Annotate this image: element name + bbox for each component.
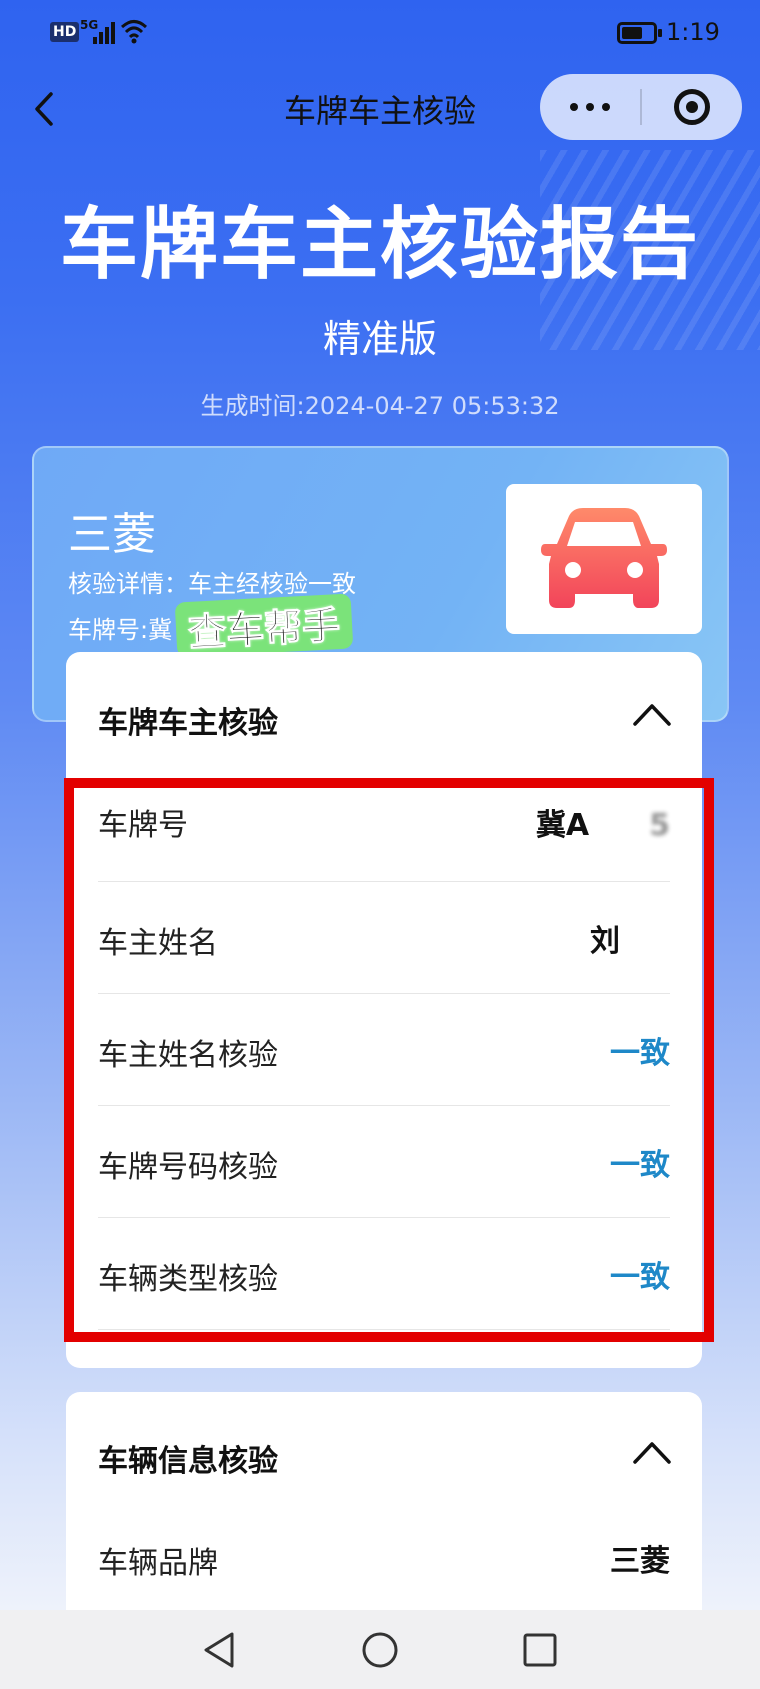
hd-indicator: HD xyxy=(50,22,80,42)
battery-icon xyxy=(617,22,662,44)
wifi-icon xyxy=(120,20,148,44)
chevron-up-icon xyxy=(633,704,671,726)
chevron-left-icon xyxy=(35,92,53,126)
owner-verification-rows: 车牌号 冀A 5 车主姓名 刘 车主姓名核验 一致 车牌号码核验 一致 车辆类型核… xyxy=(98,780,670,1330)
system-home-button[interactable] xyxy=(358,1628,402,1672)
vehicle-info-section: 车辆信息核验 车辆品牌 三菱 xyxy=(66,1392,702,1632)
report-generated-time: 生成时间:2024-04-27 05:53:32 xyxy=(200,392,560,420)
report-title: 车牌车主核验报告 xyxy=(59,200,700,290)
triangle-back-icon xyxy=(204,1632,234,1668)
row-value-status: 一致 xyxy=(610,1148,670,1183)
more-button[interactable] xyxy=(540,74,640,140)
vehicle-brand: 三菱 xyxy=(68,509,156,560)
car-icon xyxy=(541,508,667,608)
system-back-button[interactable] xyxy=(196,1628,240,1672)
car-image xyxy=(506,484,702,634)
system-recents-button[interactable] xyxy=(518,1628,562,1672)
row-vehicle-type-check: 车辆类型核验 一致 xyxy=(98,1218,670,1330)
row-owner-name: 车主姓名 刘 xyxy=(98,882,670,994)
square-recents-icon xyxy=(523,1633,557,1667)
status-time: 1:19 xyxy=(666,18,720,46)
row-value: 刘 xyxy=(590,924,620,959)
row-plate-number: 车牌号 冀A 5 xyxy=(98,780,670,882)
row-label: 车主姓名 xyxy=(98,926,218,961)
owner-verification-section: 车牌车主核验 车牌号 冀A 5 车主姓名 刘 车主姓名核验 一致 车牌号码核验 一… xyxy=(66,652,702,1368)
report-edition: 精准版 xyxy=(322,317,437,361)
row-value-status: 一致 xyxy=(610,1036,670,1071)
row-value-status: 一致 xyxy=(610,1260,670,1295)
chevron-up-icon[interactable] xyxy=(632,1438,672,1466)
circle-home-icon xyxy=(362,1632,398,1668)
row-plate-check: 车牌号码核验 一致 xyxy=(98,1106,670,1218)
miniprogram-capsule xyxy=(540,74,742,140)
back-button[interactable] xyxy=(24,86,64,132)
row-owner-name-check: 车主姓名核验 一致 xyxy=(98,994,670,1106)
target-icon xyxy=(674,89,710,125)
owner-verification-header[interactable]: 车牌车主核验 xyxy=(66,652,702,780)
navigation-bar: 车牌车主核验 xyxy=(0,66,760,152)
row-label: 车主姓名核验 xyxy=(98,1038,278,1073)
row-value: 冀A 5 xyxy=(535,808,670,843)
close-miniprogram-button[interactable] xyxy=(642,74,742,140)
row-label: 车牌号码核验 xyxy=(98,1150,278,1185)
row-label: 车辆类型核验 xyxy=(98,1262,278,1297)
plate-number: 车牌号:冀 xyxy=(68,616,173,644)
row-label: 车牌号 xyxy=(98,808,188,843)
section-title: 车牌车主核验 xyxy=(98,706,278,741)
verify-detail: 核验详情：车主经核验一致 xyxy=(68,570,356,598)
section-title[interactable]: 车辆信息核验 xyxy=(98,1436,278,1480)
status-bar: HD 5G 1:19 xyxy=(0,0,760,66)
signal-icon xyxy=(93,22,115,44)
more-dots-icon xyxy=(570,103,578,111)
row-label: 车辆品牌 xyxy=(98,1546,218,1581)
watermark-label: 查车帮手 xyxy=(174,593,354,658)
row-value: 三菱 xyxy=(610,1544,670,1579)
system-navigation-bar xyxy=(0,1610,760,1689)
